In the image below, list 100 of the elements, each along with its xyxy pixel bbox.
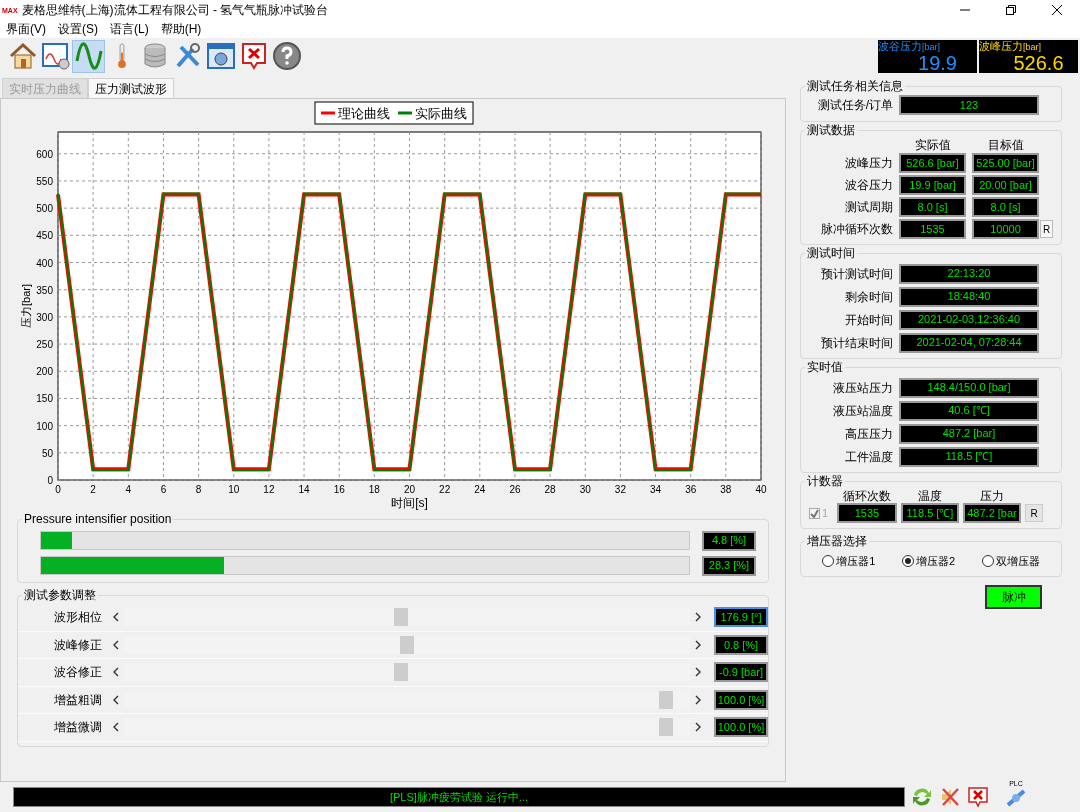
group-title: 计数器 [805,473,845,489]
field-label: 预计测试时间 [820,265,893,283]
field-label: 波峰压力 [844,155,893,172]
x-tick-label: 38 [720,484,732,495]
checkbox-label: 1 [822,505,829,521]
slider-label: 波形相位 [53,609,103,627]
display-value: 526.6 [1013,52,1064,73]
column-header: 实际值 [913,139,952,152]
y-tick-label: 500 [36,203,53,215]
value-display: 18:48:40 [899,286,1039,307]
field-label: 液压站压力 [832,379,893,397]
field-label: 工件温度 [844,448,893,466]
y-tick-label: 200 [36,366,53,378]
y-tick-label: 550 [36,175,53,187]
value-display: 20.00 [bar] [972,175,1039,195]
field-label: 波谷压力 [844,177,893,194]
group-title: Pressure intensifier position [22,511,174,527]
display-label: 波峰压力[bar] [979,39,1041,53]
value-field: 0.8 [%] [714,634,768,655]
value-field: 100.0 [%] [714,717,768,738]
y-tick-label: 350 [36,284,53,296]
field-label: 脉冲循环次数 [820,221,893,238]
x-tick-label: 16 [333,484,345,495]
y-tick-label: 450 [36,230,53,242]
group-title: 测试任务相关信息 [805,78,905,94]
value-field: -0.9 [bar] [714,662,768,683]
x-tick-label: 0 [55,484,61,495]
field-label: 测试周期 [844,199,893,216]
value-display: 40.6 [℃] [899,400,1039,421]
column-header: 压力 [979,490,1005,502]
legend-label: 实际曲线 [415,106,467,121]
field-label: 高压压力 [844,425,893,443]
y-tick-label: 100 [36,420,53,432]
value-display: 525.00 [bar] [972,153,1039,173]
field-label: 液压站温度 [832,402,893,420]
y-axis-label: 压力[bar] [20,284,32,328]
reading-display: 28.3 [%] [702,555,756,576]
y-tick-label: 600 [36,148,53,160]
x-tick-label: 20 [403,484,416,495]
value-display: 123 [899,95,1039,115]
slider-label: 增益粗调 [53,691,103,709]
y-tick-label: 150 [36,393,53,405]
field-label: 预计结束时间 [820,334,893,352]
group-title: 测试参数调整 [22,587,98,603]
x-tick-label: 10 [228,484,240,495]
value-field: 100.0 [%] [714,689,768,710]
value-display: 487.2 [bar] [899,423,1039,444]
x-tick-label: 36 [685,484,697,495]
x-tick-label: 2 [90,484,96,495]
y-tick-label: 400 [36,257,53,269]
x-tick-label: 14 [298,484,310,495]
value-display: 1535 [899,219,966,239]
slider-label: 增益微调 [53,719,103,737]
value-display: 118.5 [℃] [899,446,1039,467]
y-tick-label: 50 [41,447,53,459]
group-title: 测试数据 [805,122,857,138]
x-tick-label: 24 [474,484,486,495]
y-tick-label: 250 [36,339,53,351]
column-header: 温度 [917,490,943,502]
x-tick-label: 6 [160,484,167,495]
legend-label: 理论曲线 [338,106,390,121]
value-display: 2021-02-03,12:36:40 [899,309,1039,330]
slider-label: 波峰修正 [53,636,103,654]
value-display: 8.0 [s] [899,197,966,217]
reading-display: 4.8 [%] [702,530,756,551]
display-label: 波谷压力[bar] [878,39,940,53]
group-title: 实时值 [805,359,845,375]
value-display: 19.9 [bar] [899,175,966,195]
value-display: 118.5 [℃] [901,503,959,523]
y-tick-label: 0 [47,475,53,486]
x-tick-label: 30 [579,484,591,495]
value-display: 148.4/150.0 [bar] [899,377,1039,398]
value-display: 487.2 [bar [963,503,1021,523]
x-tick-label: 32 [614,484,626,495]
value-display: 10000 [972,219,1039,239]
value-display: 22:13:20 [899,263,1039,284]
display-value: 19.9 [918,52,957,73]
value-display: 8.0 [s] [972,197,1039,217]
group-title: 增压器选择 [805,533,869,549]
slider-label: 波谷修正 [53,664,103,682]
x-tick-label: 4 [125,484,132,495]
value-field: 176.9 [°] [714,607,768,628]
group-title: 测试时间 [805,245,857,261]
field-label: 开始时间 [844,311,893,329]
x-tick-label: 28 [544,484,556,495]
x-tick-label: 12 [263,484,275,495]
status-message: [PLS]脉冲疲劳试验 运行中... [13,787,905,807]
x-tick-label: 22 [439,484,451,495]
column-header: 循环次数 [842,490,892,502]
field-label: 测试任务/订单 [816,97,893,114]
x-tick-label: 26 [509,484,521,495]
field-label: 剩余时间 [844,288,893,306]
value-display: 1535 [837,503,897,523]
x-tick-label: 18 [368,484,380,495]
value-display: 526.6 [bar] [899,153,966,173]
x-tick-label: 34 [650,484,662,495]
x-tick-label: 8 [195,484,202,495]
y-tick-label: 300 [36,311,53,323]
column-header: 目标值 [986,139,1025,152]
x-axis-label: 时间[s] [391,496,428,510]
